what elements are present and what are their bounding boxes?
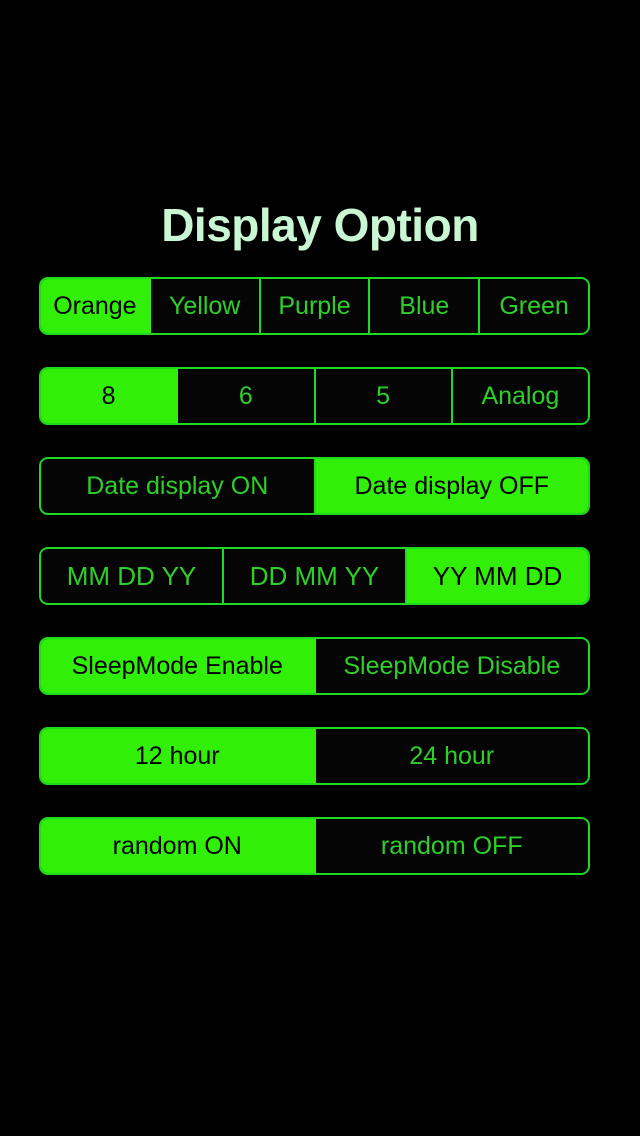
segment-digit-count-2[interactable]: 5 (315, 369, 453, 423)
segment-color-theme-0[interactable]: Orange (41, 279, 151, 333)
segment-sleep-mode-1[interactable]: SleepMode Disable (315, 639, 588, 693)
settings-list: Orange Yellow Purple Blue Green 8 6 5 Analog Date… (39, 277, 590, 907)
segment-random-mode-0[interactable]: random ON (41, 819, 316, 873)
segment-digit-count-0[interactable]: 8 (41, 369, 179, 423)
segment-color-theme-1[interactable]: Yellow (150, 279, 261, 333)
segmented-control-hour-format: 12 hour 24 hour (39, 727, 590, 785)
page-title: Display Option (161, 199, 479, 251)
segment-sleep-mode-0[interactable]: SleepMode Enable (41, 639, 316, 693)
segmented-control-date-format: MM DD YY DD MM YY YY MM DD (39, 547, 590, 605)
segmented-control-random-mode: random ON random OFF (39, 817, 590, 875)
segment-digit-count-1[interactable]: 6 (178, 369, 316, 423)
segment-digit-count-3[interactable]: Analog (452, 369, 588, 423)
app-screen: Display Option Orange Yellow Purple Blue Gre… (0, 0, 640, 1136)
segment-color-theme-2[interactable]: Purple (260, 279, 371, 333)
segment-color-theme-3[interactable]: Blue (370, 279, 481, 333)
segmented-control-date-display: Date display ON Date display OFF (39, 457, 590, 515)
segment-date-format-1[interactable]: DD MM YY (224, 549, 407, 603)
segment-hour-format-0[interactable]: 12 hour (41, 729, 316, 783)
segment-hour-format-1[interactable]: 24 hour (315, 729, 588, 783)
segment-random-mode-1[interactable]: random OFF (315, 819, 588, 873)
segment-date-format-2[interactable]: YY MM DD (407, 549, 588, 603)
segmented-control-sleep-mode: SleepMode Enable SleepMode Disable (39, 637, 590, 695)
segmented-control-color-theme: Orange Yellow Purple Blue Green (39, 277, 590, 335)
segmented-control-digit-count: 8 6 5 Analog (39, 367, 590, 425)
segment-date-display-1[interactable]: Date display OFF (315, 459, 588, 513)
segment-date-display-0[interactable]: Date display ON (41, 459, 316, 513)
segment-color-theme-4[interactable]: Green (480, 279, 588, 333)
segment-date-format-0[interactable]: MM DD YY (41, 549, 224, 603)
